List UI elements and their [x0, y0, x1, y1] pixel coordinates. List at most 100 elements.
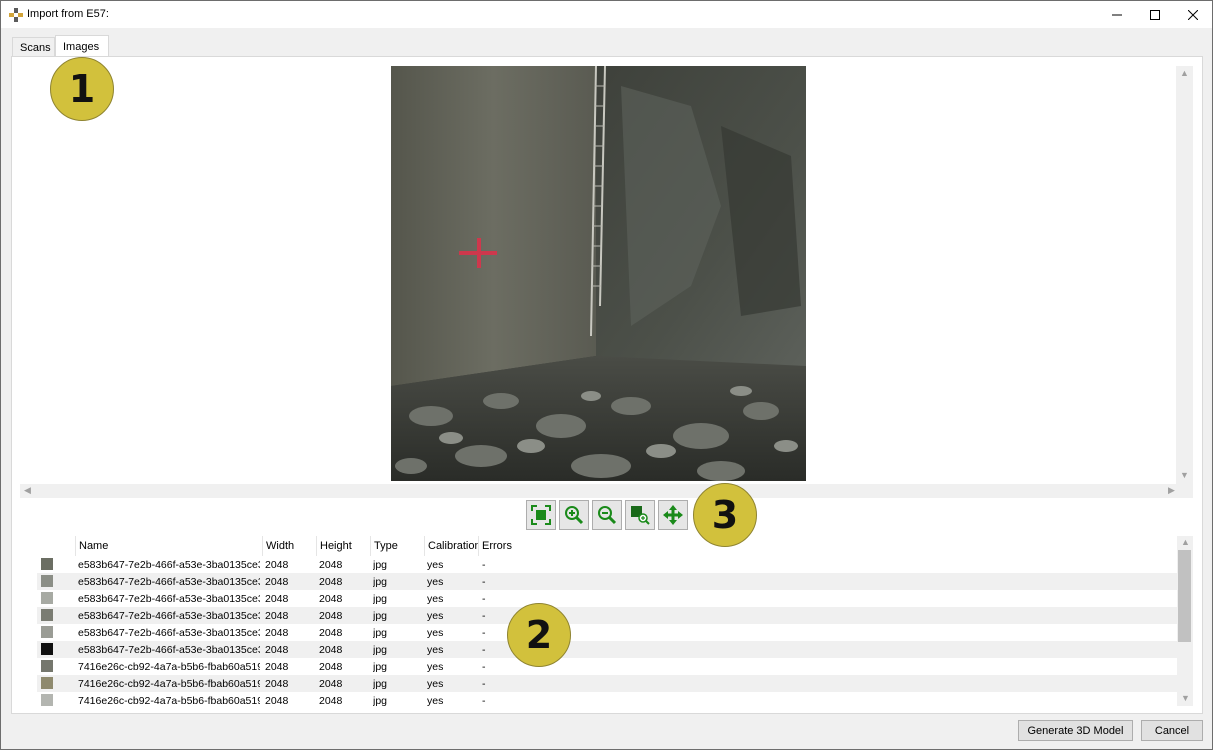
- generate-3d-model-button[interactable]: Generate 3D Model: [1018, 720, 1133, 741]
- cell-type: jpg: [373, 678, 388, 690]
- image-thumbnail: [41, 660, 53, 672]
- list-vertical-scrollbar[interactable]: ▲ ▼: [1177, 536, 1193, 706]
- cell-errors: -: [482, 576, 486, 588]
- image-thumbnail: [41, 592, 53, 604]
- fit-frame-icon: [531, 505, 551, 525]
- cell-height: 2048: [319, 644, 343, 656]
- image-thumbnail: [41, 626, 53, 638]
- cell-width: 2048: [265, 644, 289, 656]
- tab-scans[interactable]: Scans: [12, 37, 55, 57]
- cell-height: 2048: [319, 576, 343, 588]
- zoom-in-icon: [565, 506, 584, 525]
- table-row[interactable]: e583b647-7e2b-466f-a53e-3ba0135ce337 2048…: [37, 607, 1177, 624]
- cell-type: jpg: [373, 576, 388, 588]
- viewer-vertical-scrollbar[interactable]: ▲ ▼: [1176, 66, 1193, 484]
- cancel-button[interactable]: Cancel: [1141, 720, 1203, 741]
- table-row[interactable]: e583b647-7e2b-466f-a53e-3ba0135ce337 2048…: [37, 624, 1177, 641]
- cell-type: jpg: [373, 593, 388, 605]
- cell-name: 7416e26c-cb92-4a7a-b5b6-fbab60a519a2: [78, 678, 260, 690]
- table-row[interactable]: e583b647-7e2b-466f-a53e-3ba0135ce337 2048…: [37, 590, 1177, 607]
- cell-height: 2048: [319, 661, 343, 673]
- column-header-errors[interactable]: Errors: [478, 536, 578, 556]
- image-thumbnail: [41, 677, 53, 689]
- import-dialog: Import from E57: Scans Images ▲ ▼ ◀ ▶ Na…: [0, 0, 1213, 750]
- tab-images-label: Images: [63, 41, 100, 53]
- generate-3d-model-label: Generate 3D Model: [1027, 724, 1124, 737]
- cell-calibration: yes: [427, 627, 444, 639]
- viewer-horizontal-scrollbar[interactable]: ◀ ▶: [20, 484, 1193, 498]
- column-calibration-label: Calibration: [428, 540, 478, 552]
- cell-height: 2048: [319, 559, 343, 571]
- cell-errors: -: [482, 695, 486, 707]
- column-errors-label: Errors: [482, 540, 512, 552]
- window-title: Import from E57:: [27, 8, 109, 20]
- cell-type: jpg: [373, 644, 388, 656]
- fit-to-view-button[interactable]: [526, 500, 556, 530]
- cell-width: 2048: [265, 627, 289, 639]
- zoom-region-button[interactable]: [625, 500, 655, 530]
- image-viewer[interactable]: ▲ ▼ ◀ ▶: [20, 66, 1193, 498]
- image-thumbnail: [41, 643, 53, 655]
- column-type-label: Type: [374, 540, 398, 552]
- column-header-calibration[interactable]: Calibration: [424, 536, 478, 556]
- cell-height: 2048: [319, 593, 343, 605]
- maximize-button[interactable]: [1136, 1, 1174, 28]
- table-row[interactable]: 7416e26c-cb92-4a7a-b5b6-fbab60a519a2 2048…: [37, 675, 1177, 692]
- column-header-width[interactable]: Width: [262, 536, 316, 556]
- cell-name: e583b647-7e2b-466f-a53e-3ba0135ce337: [78, 627, 260, 639]
- zoom-out-button[interactable]: [592, 500, 622, 530]
- cell-width: 2048: [265, 661, 289, 673]
- column-header-type[interactable]: Type: [370, 536, 424, 556]
- cell-name: e583b647-7e2b-466f-a53e-3ba0135ce337: [78, 559, 260, 571]
- pan-button[interactable]: [658, 500, 688, 530]
- image-list[interactable]: Name Width Height Type Calibration Error…: [37, 536, 1193, 709]
- scroll-left-icon[interactable]: ◀: [24, 486, 31, 495]
- column-header-height[interactable]: Height: [316, 536, 370, 556]
- cell-type: jpg: [373, 627, 388, 639]
- scroll-down-icon[interactable]: ▼: [1180, 471, 1189, 480]
- maximize-icon: [1150, 9, 1160, 20]
- cell-height: 2048: [319, 627, 343, 639]
- image-thumbnail: [41, 609, 53, 621]
- table-row[interactable]: 7416e26c-cb92-4a7a-b5b6-fbab60a519a2 2048…: [37, 692, 1177, 709]
- scroll-up-icon[interactable]: ▲: [1180, 69, 1189, 78]
- cell-errors: -: [482, 559, 486, 571]
- cell-height: 2048: [319, 678, 343, 690]
- cell-height: 2048: [319, 610, 343, 622]
- cell-name: e583b647-7e2b-466f-a53e-3ba0135ce337: [78, 593, 260, 605]
- cell-name: 7416e26c-cb92-4a7a-b5b6-fbab60a519a2: [78, 661, 260, 673]
- app-icon: [9, 8, 23, 22]
- zoom-in-button[interactable]: [559, 500, 589, 530]
- list-scroll-up-icon[interactable]: ▲: [1181, 538, 1190, 547]
- close-button[interactable]: [1174, 1, 1212, 28]
- cell-width: 2048: [265, 559, 289, 571]
- cell-name: e583b647-7e2b-466f-a53e-3ba0135ce337: [78, 576, 260, 588]
- zoom-out-icon: [598, 506, 617, 525]
- tab-images[interactable]: Images: [55, 35, 109, 57]
- preview-image: [391, 66, 806, 481]
- column-header-name[interactable]: Name: [75, 536, 262, 556]
- cell-calibration: yes: [427, 593, 444, 605]
- minimize-button[interactable]: [1098, 1, 1136, 28]
- cell-errors: -: [482, 593, 486, 605]
- scroll-right-icon[interactable]: ▶: [1168, 486, 1175, 495]
- table-row[interactable]: 7416e26c-cb92-4a7a-b5b6-fbab60a519a2 2048…: [37, 658, 1177, 675]
- list-scroll-down-icon[interactable]: ▼: [1181, 694, 1190, 703]
- list-scroll-thumb[interactable]: [1178, 550, 1191, 642]
- table-row[interactable]: e583b647-7e2b-466f-a53e-3ba0135ce337 2048…: [37, 641, 1177, 658]
- cell-calibration: yes: [427, 661, 444, 673]
- cell-calibration: yes: [427, 610, 444, 622]
- cell-width: 2048: [265, 610, 289, 622]
- table-row[interactable]: e583b647-7e2b-466f-a53e-3ba0135ce337 2048…: [37, 573, 1177, 590]
- cell-calibration: yes: [427, 576, 444, 588]
- cancel-label: Cancel: [1154, 724, 1190, 737]
- cell-name: 7416e26c-cb92-4a7a-b5b6-fbab60a519a2: [78, 695, 260, 707]
- table-row[interactable]: e583b647-7e2b-466f-a53e-3ba0135ce337 2048…: [37, 556, 1177, 573]
- cell-width: 2048: [265, 678, 289, 690]
- cell-name: e583b647-7e2b-466f-a53e-3ba0135ce337: [78, 644, 260, 656]
- cell-width: 2048: [265, 593, 289, 605]
- cell-height: 2048: [319, 695, 343, 707]
- image-thumbnail: [41, 558, 53, 570]
- cell-name: e583b647-7e2b-466f-a53e-3ba0135ce337: [78, 610, 260, 622]
- cell-calibration: yes: [427, 695, 444, 707]
